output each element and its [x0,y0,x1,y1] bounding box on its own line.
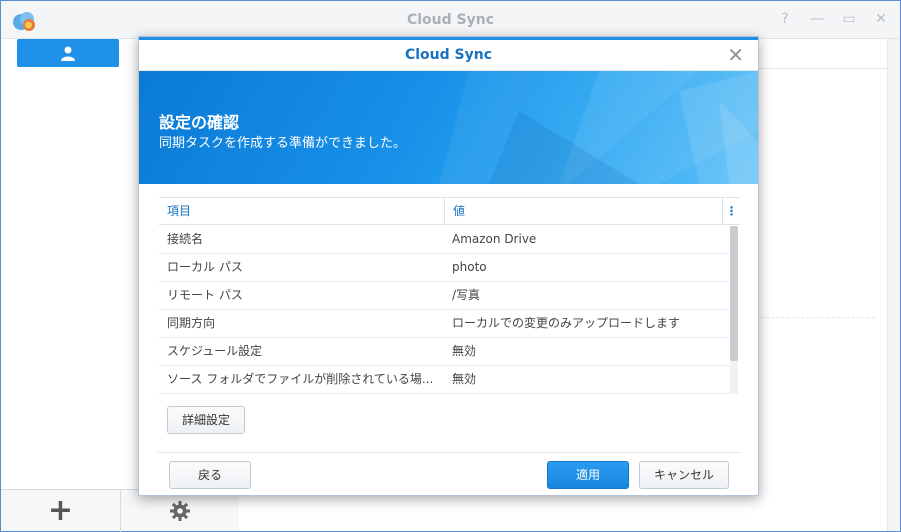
row-item: ローカル パス [167,260,243,274]
right-scroll-strip [887,39,900,531]
minimize-icon[interactable]: — [808,9,826,29]
cancel-button[interactable]: キャンセル [639,461,729,489]
settings-summary-table: 項目 値 ⋮ 接続名 Amazon Drive ローカル パス photo リモ… [159,197,740,394]
table-row[interactable]: リモート パス /写真 [159,282,729,310]
table-scrollbar[interactable] [730,226,738,394]
column-menu-icon[interactable]: ⋮ [722,198,740,225]
row-item: ソース フォルダでファイルが削除されている場... [167,372,434,386]
dialog-close-icon[interactable]: ✕ [727,44,744,66]
table-row[interactable]: 接続名 Amazon Drive [159,226,729,254]
window-controls: ? — ▭ ✕ [776,9,890,29]
row-value: /写真 [452,288,481,302]
table-row[interactable]: 同期方向 ローカルでの変更のみアップロードします [159,310,729,338]
row-item: リモート パス [167,288,243,302]
advanced-settings-button[interactable]: 詳細設定 [167,406,245,434]
app-titlebar: Cloud Sync ? — ▭ ✕ [1,1,900,39]
table-header: 項目 値 ⋮ [159,198,740,225]
row-value: 無効 [452,372,477,386]
column-header-value[interactable]: 値 [444,198,722,225]
row-item: 同期方向 [167,316,216,330]
banner-heading: 設定の確認 [159,113,240,132]
gear-icon [170,501,190,521]
table-row[interactable]: ローカル パス photo [159,254,729,282]
footer-divider [157,452,740,453]
app-title: Cloud Sync [406,12,495,28]
dialog-banner: 設定の確認 同期タスクを作成する準備ができました。 [139,71,758,184]
main-dashed-divider [761,317,875,318]
apply-button[interactable]: 適用 [547,461,629,489]
maximize-icon[interactable]: ▭ [840,9,858,29]
plus-icon: + [47,493,74,528]
settings-button[interactable] [120,490,239,532]
row-value: ローカルでの変更のみアップロードします [452,316,681,330]
banner-subtitle: 同期タスクを作成する準備ができました。 [159,136,407,151]
confirm-settings-dialog: Cloud Sync ✕ 設定の確認 同期タスクを作成する準備ができました。 項… [138,36,759,496]
table-body: 接続名 Amazon Drive ローカル パス photo リモート パス /… [159,226,729,394]
table-row[interactable]: ソース フォルダでファイルが削除されている場... 無効 [159,366,729,394]
user-icon [61,46,75,61]
close-icon[interactable]: ✕ [872,9,890,29]
dialog-title: Cloud Sync [404,47,493,63]
table-row[interactable]: スケジュール設定 無効 [159,338,729,366]
column-header-item[interactable]: 項目 [159,198,444,225]
dialog-titlebar: Cloud Sync ✕ [139,37,758,71]
row-value: Amazon Drive [452,232,537,246]
row-value: photo [452,260,487,274]
add-task-button[interactable]: + [1,490,120,532]
row-value: 無効 [452,344,477,358]
user-button[interactable] [17,39,119,67]
back-button[interactable]: 戻る [169,461,251,489]
table-scrollbar-thumb[interactable] [730,226,738,361]
row-item: スケジュール設定 [167,344,263,358]
row-item: 接続名 [167,232,204,246]
help-icon[interactable]: ? [776,9,794,29]
